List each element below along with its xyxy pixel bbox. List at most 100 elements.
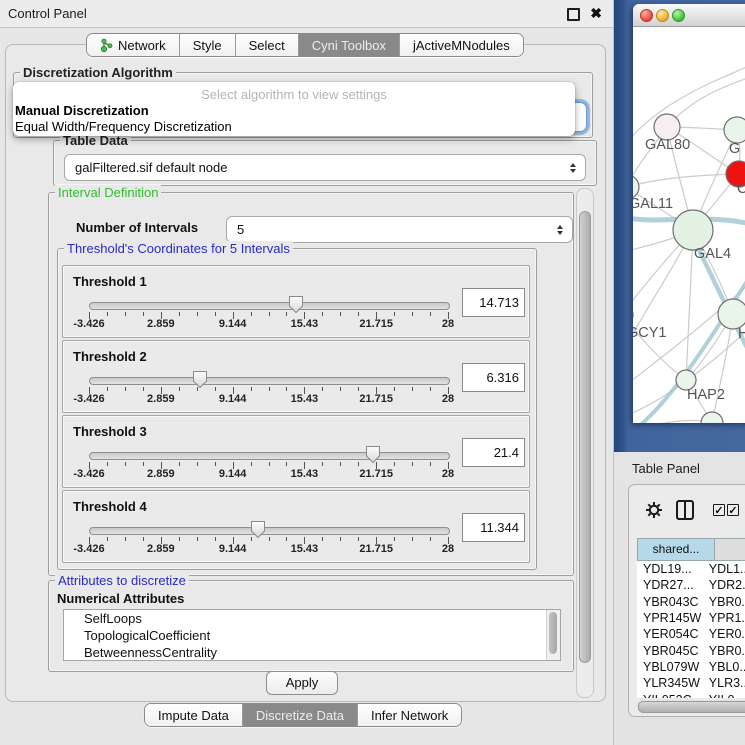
table-data-group: Table Data galFiltered.sif default node <box>53 140 597 186</box>
threshold-slider-thumb[interactable] <box>365 445 381 464</box>
attribute-list-item[interactable]: SelfLoops <box>64 610 560 627</box>
panel-scrollbar-thumb[interactable] <box>579 211 591 663</box>
top-tab-label: Cyni Toolbox <box>312 38 386 53</box>
list-scrollbar[interactable] <box>546 610 560 660</box>
threshold-value-field[interactable]: 21.4 <box>462 438 525 467</box>
list-scrollbar-thumb[interactable] <box>549 612 557 654</box>
threshold-slider-track[interactable] <box>89 527 450 535</box>
minor-tick <box>251 387 252 391</box>
network-edge <box>686 230 693 380</box>
minor-tick <box>179 387 180 391</box>
float-window-icon[interactable] <box>567 8 580 21</box>
column-header-shared-name[interactable]: shared... <box>637 538 714 561</box>
minor-tick <box>430 387 431 391</box>
table-cell: YBL079W <box>637 660 705 674</box>
control-panel-title: Control Panel <box>8 6 87 21</box>
table-row[interactable]: YDR27...YDR2... <box>637 577 745 593</box>
top-tab-select[interactable]: Select <box>236 34 299 56</box>
numerical-attributes-list[interactable]: SelfLoopsTopologicalCoefficientBetweenne… <box>63 609 561 661</box>
node-label: G <box>729 141 740 157</box>
table-row[interactable]: YDL19...YDL1... <box>637 561 745 577</box>
algorithm-dropdown-popup: Select algorithm to view settings Manual… <box>13 82 575 136</box>
column-header-name[interactable]: name <box>714 538 745 561</box>
tick-label: 21.715 <box>353 468 399 480</box>
bottom-tab-impute-data[interactable]: Impute Data <box>145 704 243 726</box>
minor-tick <box>125 462 126 466</box>
threshold-value-field[interactable]: 6.316 <box>462 363 525 392</box>
minor-tick <box>143 462 144 466</box>
attribute-list-item[interactable]: BetweennessCentrality <box>64 644 560 661</box>
top-tab-jactivemnodules[interactable]: jActiveMNodules <box>400 34 523 56</box>
network-node-g[interactable] <box>724 117 745 143</box>
top-tab-cyni-toolbox[interactable]: Cyni Toolbox <box>299 34 400 56</box>
split-view-icon[interactable] <box>676 500 694 520</box>
tick-label: 15.43 <box>281 468 327 480</box>
table-header-row: shared...name <box>637 538 745 561</box>
table-cell: YER054C <box>637 627 705 641</box>
network-window-titlebar[interactable] <box>633 4 745 27</box>
number-of-intervals-combobox[interactable]: 5 <box>226 216 573 243</box>
table-cell: YBR043C <box>637 595 705 609</box>
minor-tick <box>269 462 270 466</box>
top-tab-style[interactable]: Style <box>180 34 236 56</box>
tick-label: 28 <box>425 543 471 555</box>
threshold-slider-track[interactable] <box>89 302 450 310</box>
bottom-tab-discretize-data[interactable]: Discretize Data <box>243 704 358 726</box>
thresholds-container: Threshold 1-3.4262.8599.14415.4321.71528… <box>62 265 530 565</box>
threshold-slider-thumb[interactable] <box>192 370 208 389</box>
table-data-combobox[interactable]: galFiltered.sif default node <box>64 154 586 181</box>
threshold-value-field[interactable]: 14.713 <box>462 288 525 317</box>
threshold-value-field[interactable]: 11.344 <box>462 513 525 542</box>
zoom-traffic-light-icon[interactable] <box>672 9 685 22</box>
minimize-traffic-light-icon[interactable] <box>656 9 669 22</box>
gear-icon[interactable] <box>645 501 663 519</box>
table-row[interactable]: YBR045CYBR0... <box>637 642 745 658</box>
minor-tick <box>358 537 359 541</box>
bottom-tab-infer-network[interactable]: Infer Network <box>358 704 461 726</box>
table-row[interactable]: YLR345WYLR3... <box>637 675 745 691</box>
tick-label: -3.426 <box>66 543 112 555</box>
minor-tick <box>269 537 270 541</box>
minor-tick <box>143 387 144 391</box>
table-row[interactable]: YBL079WYBL0... <box>637 659 745 675</box>
minor-tick <box>215 537 216 541</box>
threshold-slider-thumb[interactable] <box>288 295 304 314</box>
minor-tick <box>107 537 108 541</box>
close-icon[interactable]: ✖ <box>590 5 602 22</box>
table-row[interactable]: YPR145WYPR1... <box>637 610 745 626</box>
threshold-slider-track[interactable] <box>89 452 450 460</box>
panel-scrollbar[interactable] <box>576 188 594 698</box>
threshold-4-box: Threshold 4-3.4262.8599.14415.4321.71528… <box>62 490 530 563</box>
tick-label: -3.426 <box>66 468 112 480</box>
table-hscrollbar-thumb[interactable] <box>638 701 745 713</box>
network-node-gal4[interactable] <box>673 210 713 250</box>
minor-tick <box>251 462 252 466</box>
table-cell: YLR345W <box>637 676 705 690</box>
top-tab-network[interactable]: Network <box>87 34 180 56</box>
tick-label: 2.859 <box>138 393 184 405</box>
table-row[interactable]: YER054CYER0... <box>637 626 745 642</box>
threshold-slider-thumb[interactable] <box>250 520 266 539</box>
checkbox-icon[interactable]: ✓ <box>713 504 725 516</box>
bottom-tab-label: Discretize Data <box>256 708 344 723</box>
minor-tick <box>286 462 287 466</box>
table-panel-header: Table Panel <box>614 452 745 484</box>
table-hscrollbar[interactable] <box>637 700 745 712</box>
checkbox-icon[interactable]: ✓ <box>727 504 739 516</box>
network-node[interactable] <box>701 412 723 423</box>
attribute-list-item[interactable]: TopologicalCoefficient <box>64 627 560 644</box>
algorithm-option-equal-width[interactable]: Equal Width/Frequency Discretization <box>15 119 232 134</box>
network-canvas[interactable]: GAL80GCGAL11GAL4GCY1HHAP2 <box>633 27 745 423</box>
threshold-slider-track[interactable] <box>89 377 450 385</box>
close-traffic-light-icon[interactable] <box>640 9 653 22</box>
table-row[interactable]: YBR043CYBR0... <box>637 594 745 610</box>
network-node-h[interactable] <box>718 299 745 329</box>
tick-label: 28 <box>425 393 471 405</box>
discretization-algorithm-label: Discretization Algorithm <box>20 65 176 80</box>
table-cell: YBR0... <box>705 644 745 658</box>
algorithm-option-manual[interactable]: Manual Discretization <box>15 103 149 118</box>
apply-button[interactable]: Apply <box>266 671 338 695</box>
table-row[interactable]: YIL052CYIL0... <box>637 691 745 698</box>
minor-tick <box>215 312 216 316</box>
minor-tick <box>251 312 252 316</box>
